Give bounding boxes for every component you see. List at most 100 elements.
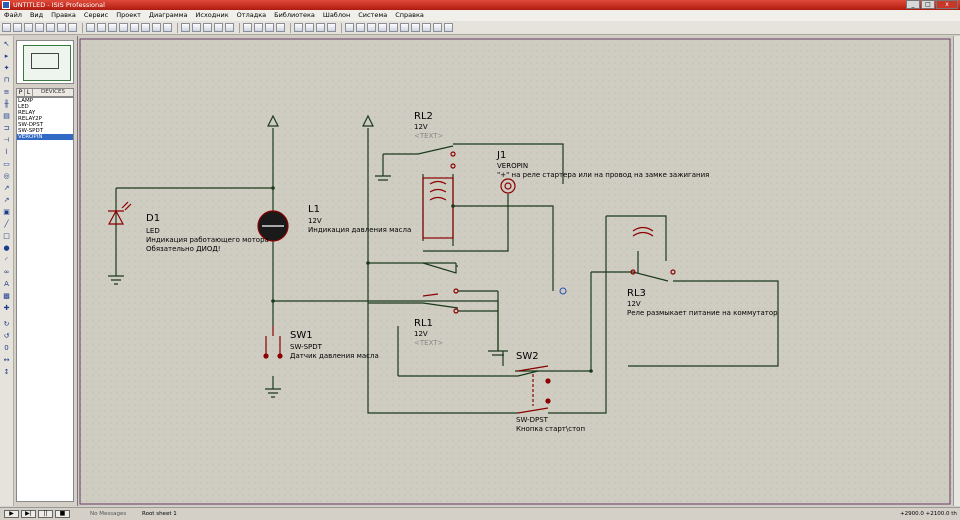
menu-debug[interactable]: Отладка bbox=[233, 10, 270, 21]
path-icon[interactable]: ∞ bbox=[2, 268, 11, 276]
coordinate-readout: +2900.0 +2100.0 th bbox=[900, 509, 957, 519]
block-delete-icon[interactable] bbox=[276, 23, 285, 32]
remove-sheet-icon[interactable] bbox=[400, 23, 409, 32]
selection-mode-icon[interactable]: ↖ bbox=[2, 40, 11, 48]
menu-system[interactable]: Система bbox=[354, 10, 391, 21]
pick-device-icon[interactable] bbox=[294, 23, 303, 32]
menu-template[interactable]: Шаблон bbox=[319, 10, 354, 21]
grid-icon[interactable] bbox=[97, 23, 106, 32]
zoom-out-icon[interactable] bbox=[141, 23, 150, 32]
save-icon[interactable] bbox=[24, 23, 33, 32]
menu-library[interactable]: Библиотека bbox=[270, 10, 319, 21]
redo-icon[interactable] bbox=[192, 23, 201, 32]
text-script-icon[interactable]: ≡ bbox=[2, 88, 11, 96]
block-move-icon[interactable] bbox=[254, 23, 263, 32]
play-button[interactable]: ▶ bbox=[4, 510, 19, 518]
menu-edit[interactable]: Правка bbox=[47, 10, 80, 21]
minimize-button[interactable]: _ bbox=[906, 0, 920, 9]
virtual-instruments-icon[interactable]: ▣ bbox=[2, 208, 11, 216]
cut-icon[interactable] bbox=[203, 23, 212, 32]
mirror-x-icon[interactable]: ↔ bbox=[2, 356, 11, 364]
messages-status[interactable]: No Messages bbox=[90, 509, 126, 519]
rl1-armature bbox=[422, 293, 439, 297]
box-icon[interactable]: □ bbox=[2, 232, 11, 240]
subcircuit-icon[interactable]: ▤ bbox=[2, 112, 11, 120]
menu-design[interactable]: Проект bbox=[112, 10, 145, 21]
packaging-icon[interactable] bbox=[316, 23, 325, 32]
arc-icon[interactable]: ◜ bbox=[2, 256, 11, 264]
step-button[interactable]: ▶| bbox=[21, 510, 36, 518]
menu-tools[interactable]: Сервис bbox=[80, 10, 112, 21]
component-mode-icon[interactable]: ▸ bbox=[2, 52, 11, 60]
open-file-icon[interactable] bbox=[13, 23, 22, 32]
undo-icon[interactable] bbox=[181, 23, 190, 32]
symbol-icon[interactable]: ▩ bbox=[2, 292, 11, 300]
device-pins-icon[interactable]: ⊣ bbox=[2, 136, 11, 144]
pan-icon[interactable] bbox=[119, 23, 128, 32]
l1-ref-label: L1 bbox=[308, 204, 320, 215]
decompose-icon[interactable] bbox=[327, 23, 336, 32]
print-icon[interactable] bbox=[57, 23, 66, 32]
main-toolbar bbox=[0, 21, 960, 35]
electrical-check-icon[interactable] bbox=[433, 23, 442, 32]
mirror-y-icon[interactable]: ↕ bbox=[2, 368, 11, 376]
rotation-angle-field[interactable]: 0 bbox=[2, 344, 11, 352]
block-rotate-icon[interactable] bbox=[265, 23, 274, 32]
zoom-in-icon[interactable] bbox=[130, 23, 139, 32]
copy-icon[interactable] bbox=[214, 23, 223, 32]
menu-graph[interactable]: Диаграмма bbox=[145, 10, 192, 21]
import-icon[interactable] bbox=[35, 23, 44, 32]
overview-window[interactable] bbox=[16, 40, 74, 84]
paste-icon[interactable] bbox=[225, 23, 234, 32]
search-tag-icon[interactable] bbox=[356, 23, 365, 32]
rotate-ccw-icon[interactable]: ↺ bbox=[2, 332, 11, 340]
rotate-cw-icon[interactable]: ↻ bbox=[2, 320, 11, 328]
maximize-button[interactable]: □ bbox=[921, 0, 935, 9]
property-assign-icon[interactable] bbox=[367, 23, 376, 32]
menu-source[interactable]: Исходник bbox=[192, 10, 233, 21]
sw2-ref-label: SW2 bbox=[516, 351, 539, 362]
sheet-status: Root sheet 1 bbox=[142, 511, 177, 517]
make-device-icon[interactable] bbox=[305, 23, 314, 32]
zoom-all-icon[interactable] bbox=[152, 23, 161, 32]
tape-recorder-icon[interactable]: ▭ bbox=[2, 160, 11, 168]
junction-dot-icon[interactable]: ✦ bbox=[2, 64, 11, 72]
exit-to-parent-icon[interactable] bbox=[411, 23, 420, 32]
generator-icon[interactable]: ◎ bbox=[2, 172, 11, 180]
text-icon[interactable]: A bbox=[2, 280, 11, 288]
new-file-icon[interactable] bbox=[2, 23, 11, 32]
library-manager-button[interactable]: L bbox=[25, 89, 33, 96]
pause-button[interactable]: || bbox=[38, 510, 53, 518]
voltage-probe-icon[interactable]: ↗ bbox=[2, 184, 11, 192]
block-copy-icon[interactable] bbox=[243, 23, 252, 32]
wire-rl3-top bbox=[606, 215, 667, 261]
menu-view[interactable]: Вид bbox=[26, 10, 47, 21]
zoom-area-icon[interactable] bbox=[163, 23, 172, 32]
circle-icon[interactable]: ● bbox=[2, 244, 11, 252]
bus-icon[interactable]: ╫ bbox=[2, 100, 11, 108]
current-probe-icon[interactable]: ↗ bbox=[2, 196, 11, 204]
bill-of-materials-icon[interactable] bbox=[422, 23, 431, 32]
pick-devices-button[interactable]: P bbox=[17, 89, 25, 96]
device-item-veropin[interactable]: VEROPIN bbox=[17, 134, 73, 140]
close-button[interactable]: x bbox=[936, 0, 958, 9]
line-icon[interactable]: ╱ bbox=[2, 220, 11, 228]
wire-autorouter-icon[interactable] bbox=[345, 23, 354, 32]
refresh-icon[interactable] bbox=[86, 23, 95, 32]
origin-icon[interactable] bbox=[108, 23, 117, 32]
graph-icon[interactable]: ⌇ bbox=[2, 148, 11, 156]
menu-file[interactable]: Файл bbox=[0, 10, 26, 21]
wire-rl3-contact bbox=[591, 271, 669, 282]
export-icon[interactable] bbox=[46, 23, 55, 32]
new-sheet-icon[interactable] bbox=[389, 23, 398, 32]
schematic-canvas[interactable]: D1 L1 RL2 J1 RL1 RL3 SW1 SW2 LED Индикац… bbox=[77, 36, 953, 506]
menu-help[interactable]: Справка bbox=[391, 10, 428, 21]
design-explorer-icon[interactable] bbox=[378, 23, 387, 32]
netlist-icon[interactable] bbox=[444, 23, 453, 32]
print-area-icon[interactable] bbox=[68, 23, 77, 32]
marker-icon[interactable]: ✚ bbox=[2, 304, 11, 312]
terminals-icon[interactable]: ⊐ bbox=[2, 124, 11, 132]
stop-button[interactable]: ■ bbox=[55, 510, 70, 518]
vertical-scrollbar[interactable] bbox=[953, 36, 960, 506]
wire-label-icon[interactable]: ⊓ bbox=[2, 76, 11, 84]
